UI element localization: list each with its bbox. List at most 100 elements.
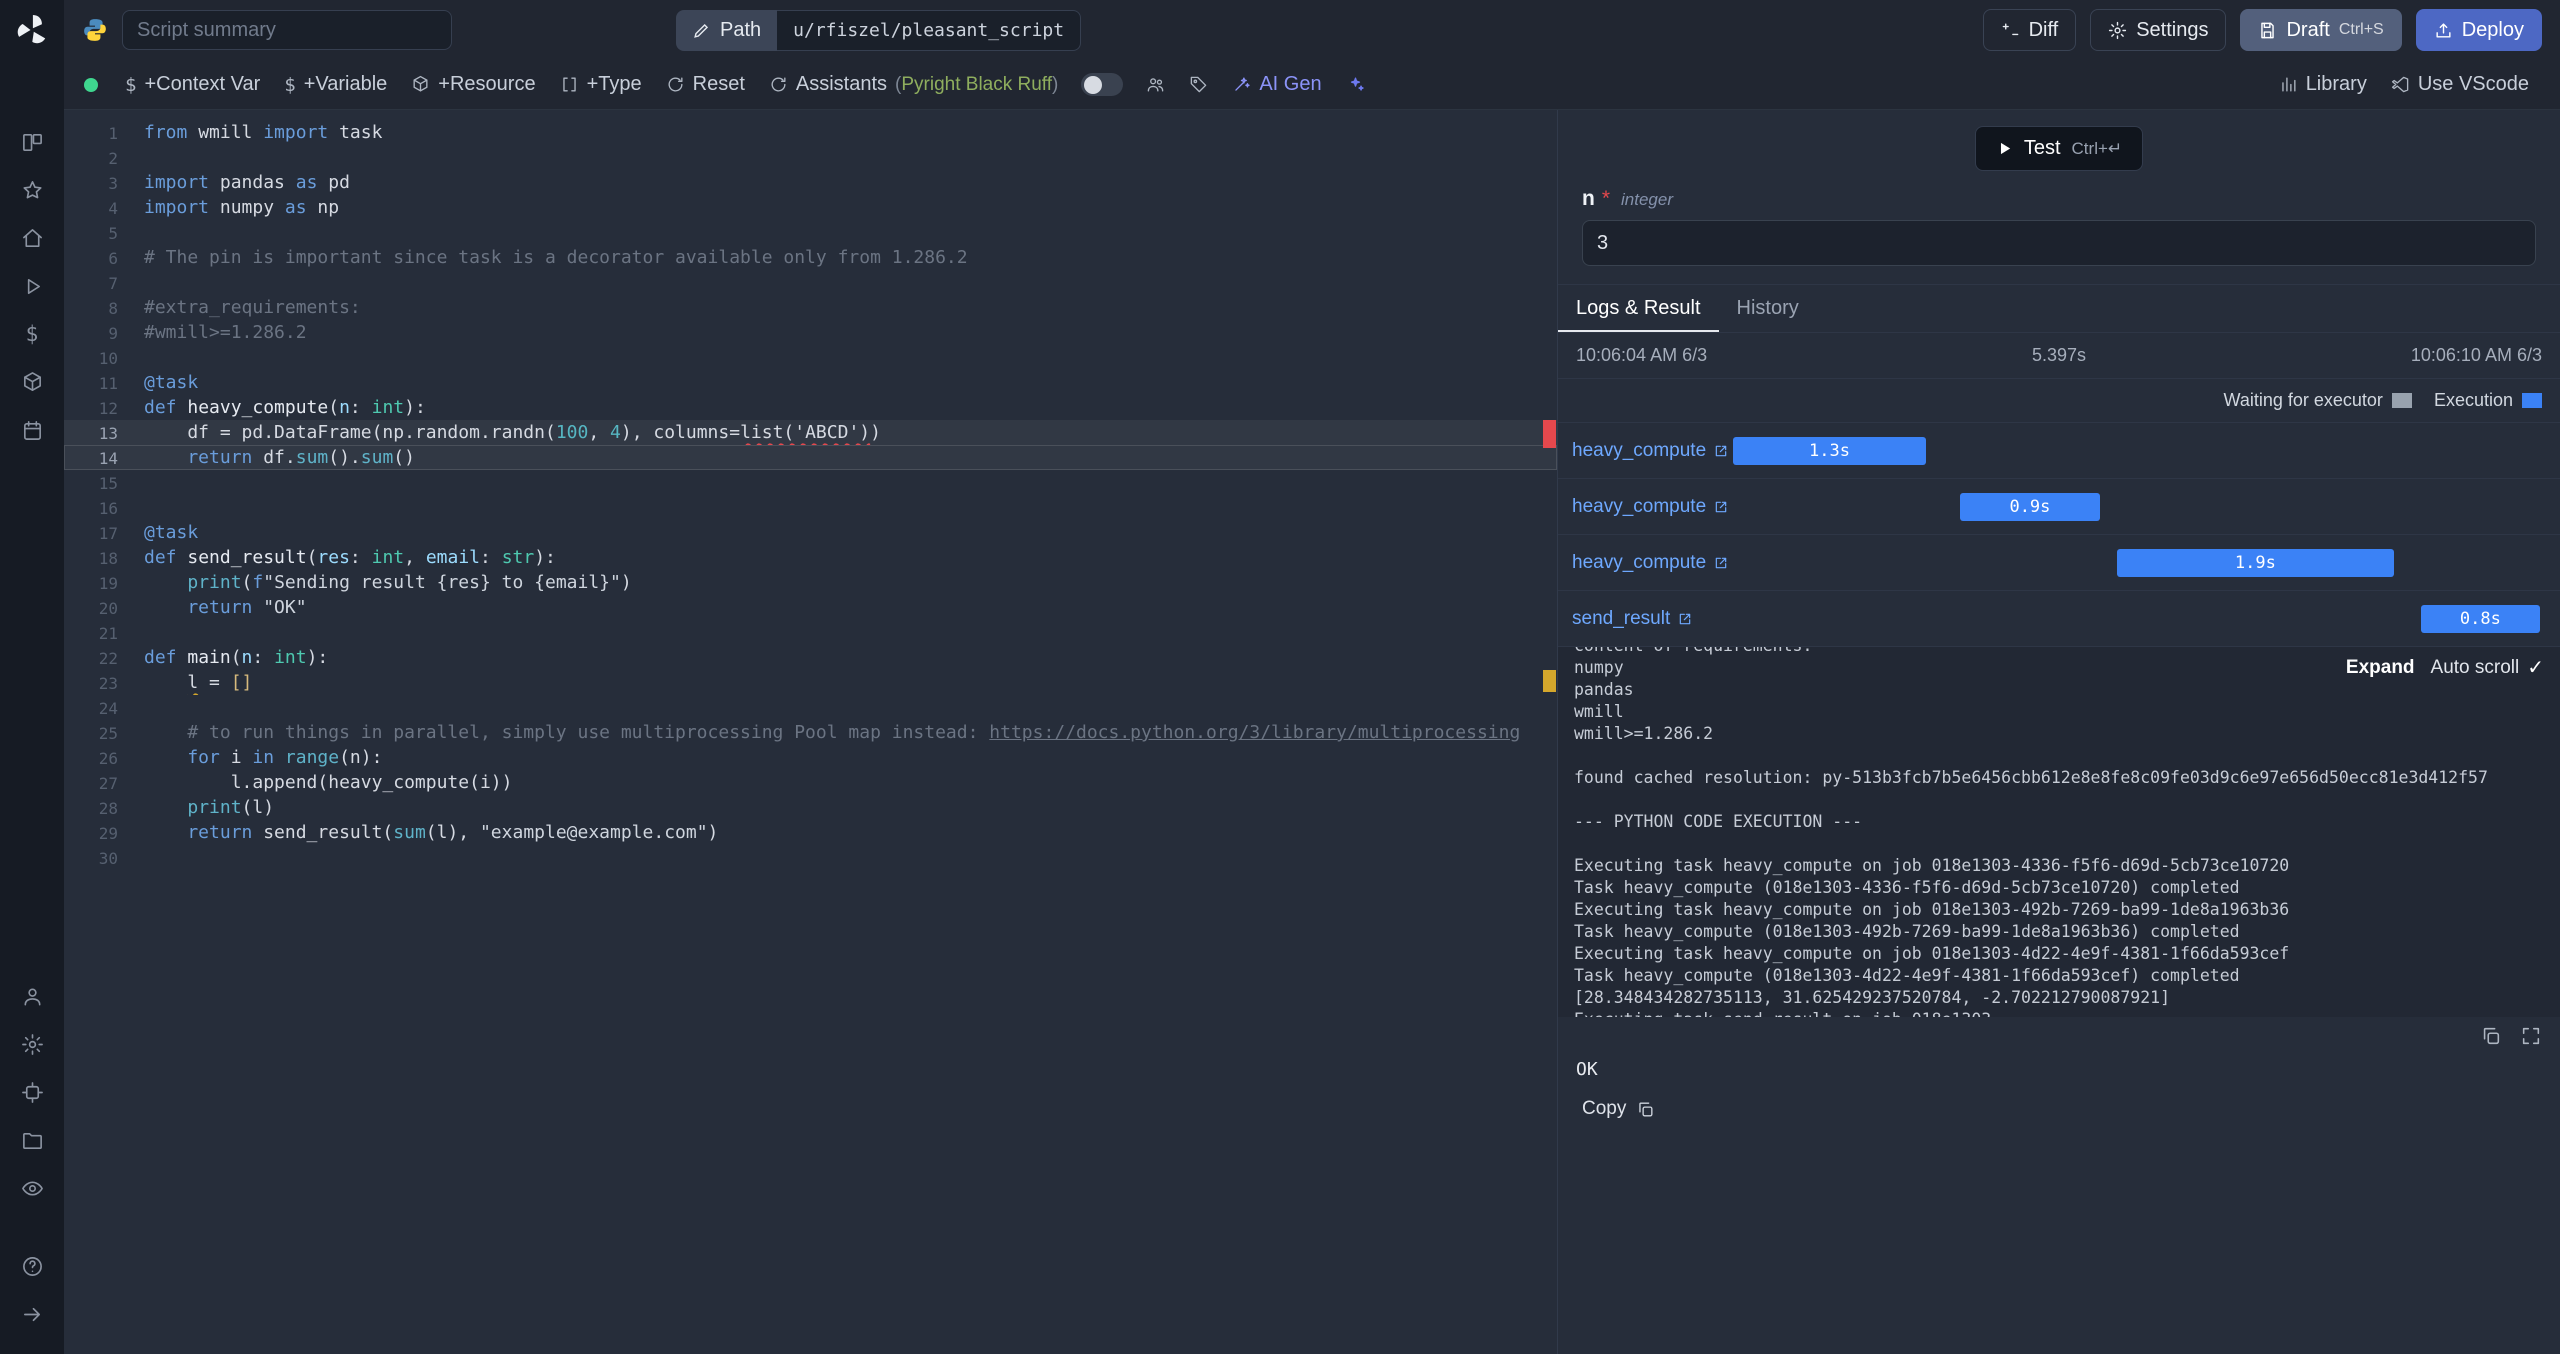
legend-waiting-label: Waiting for executor: [2223, 390, 2383, 410]
resources-icon[interactable]: [13, 363, 51, 401]
brackets-icon: [562, 77, 576, 92]
test-button[interactable]: Test Ctrl+↵: [1974, 126, 2144, 171]
workers-icon[interactable]: [13, 1073, 51, 1111]
task-link[interactable]: heavy_compute: [1572, 552, 1729, 574]
code-line[interactable]: 5: [64, 220, 1557, 245]
run-panel: Test Ctrl+↵ n * integer Logs & Result Hi…: [1557, 110, 2560, 1354]
grid-icon[interactable]: [13, 123, 51, 161]
code-line[interactable]: 26 for i in range(n):: [64, 745, 1557, 770]
logs-viewer[interactable]: content of requirements: numpy pandas wm…: [1558, 647, 2560, 1017]
windmill-logo-icon[interactable]: [14, 12, 50, 48]
code-line[interactable]: 19 print(f"Sending result {res} to {emai…: [64, 570, 1557, 595]
code-line[interactable]: 6 # The pin is important since task is a …: [64, 245, 1557, 270]
fullscreen-button[interactable]: [2520, 1025, 2542, 1047]
add-type-button[interactable]: +Type: [549, 65, 653, 104]
script-summary-input[interactable]: [122, 10, 452, 50]
add-variable-button[interactable]: $ +Variable: [273, 65, 398, 104]
path-button[interactable]: Path: [676, 9, 778, 51]
audit-logs-eye-icon[interactable]: [13, 1169, 51, 1207]
auto-scroll-checkbox[interactable]: Auto scroll ✓: [2431, 655, 2544, 680]
ai-gen-button[interactable]: AI Gen: [1221, 65, 1332, 104]
code-line[interactable]: 8 #extra_requirements:: [64, 295, 1557, 320]
code-line[interactable]: 4 import numpy as np: [64, 195, 1557, 220]
add-context-var-button[interactable]: $ +Context Var: [114, 65, 271, 104]
star-icon[interactable]: [13, 171, 51, 209]
code-line[interactable]: 9 #wmill>=1.286.2: [64, 320, 1557, 345]
execution-bar: 0.9s: [1959, 492, 2101, 521]
sparkles-button[interactable]: [1335, 67, 1376, 102]
code-line[interactable]: 27 l.append(heavy_compute(i)): [64, 770, 1557, 795]
diff-button[interactable]: Diff: [1982, 9, 2077, 51]
user-icon[interactable]: [13, 977, 51, 1015]
code-line[interactable]: 1 from wmill import task: [64, 120, 1557, 145]
task-link[interactable]: heavy_compute: [1572, 440, 1729, 462]
copy-result-button[interactable]: Copy: [1570, 1090, 1667, 1128]
code-line[interactable]: 23 l = []: [64, 670, 1557, 695]
line-number: 9: [108, 324, 118, 343]
collapse-arrow-icon[interactable]: [13, 1295, 51, 1333]
line-number: 10: [98, 349, 118, 368]
status-dot: [84, 77, 98, 92]
assistant-toggle[interactable]: [1081, 73, 1124, 96]
tag-icon: [1191, 76, 1207, 93]
error-ruler-marker: [1543, 420, 1556, 448]
draft-button[interactable]: Draft Ctrl+S: [2240, 9, 2402, 51]
line-number: 17: [98, 524, 118, 543]
use-vscode-button[interactable]: Use VScode: [2380, 65, 2540, 104]
help-icon[interactable]: [13, 1247, 51, 1285]
code-line[interactable]: 24: [64, 695, 1557, 720]
task-link[interactable]: heavy_compute: [1572, 496, 1729, 518]
magic-wand-icon: [1235, 77, 1251, 91]
code-line[interactable]: 28 print(l): [64, 795, 1557, 820]
code-line[interactable]: 10: [64, 345, 1557, 370]
add-resource-button[interactable]: +Resource: [400, 65, 546, 104]
code-line[interactable]: 7: [64, 270, 1557, 295]
timeline-row: heavy_compute 1.9s: [1558, 535, 2560, 591]
variables-icon[interactable]: $: [13, 315, 51, 353]
home-icon[interactable]: [13, 219, 51, 257]
schedules-icon[interactable]: [13, 411, 51, 449]
line-number: 28: [98, 799, 118, 818]
runs-icon[interactable]: [13, 267, 51, 305]
assistants-button[interactable]: Assistants (Pyright Black Ruff): [758, 65, 1069, 104]
tab-history[interactable]: History: [1719, 285, 1817, 332]
code-line[interactable]: 22 def main(n: int):: [64, 645, 1557, 670]
execution-timeline: heavy_compute 1.3s heavy_compute 0.9s heavy_…: [1558, 422, 2560, 647]
code-line[interactable]: 12 def heavy_compute(n: int):: [64, 395, 1557, 420]
code-line[interactable]: 29 return send_result(sum(l), "example@e…: [64, 820, 1557, 845]
code-line[interactable]: 3 import pandas as pd: [64, 170, 1557, 195]
code-line[interactable]: 20 return "OK": [64, 595, 1557, 620]
code-line[interactable]: 2: [64, 145, 1557, 170]
settings-button[interactable]: Settings: [2090, 9, 2227, 51]
diff-icon: [2002, 22, 2018, 35]
execution-swatch: [2522, 393, 2542, 408]
sparkles-icon: [1350, 77, 1364, 91]
code-line[interactable]: 13 df = pd.DataFrame(np.random.randn(100…: [64, 420, 1557, 445]
copy-logs-button[interactable]: [2480, 1025, 2502, 1047]
reset-button[interactable]: Reset: [655, 65, 756, 104]
line-number: 24: [98, 699, 118, 718]
deploy-button[interactable]: Deploy: [2415, 9, 2542, 51]
line-number: 15: [98, 474, 118, 493]
folders-icon[interactable]: [13, 1121, 51, 1159]
settings-gear-icon[interactable]: [13, 1025, 51, 1063]
code-line[interactable]: 11 @task: [64, 370, 1557, 395]
arg-name: n: [1582, 187, 1595, 210]
code-editor[interactable]: 1 from wmill import task 2 3 import pandas a…: [64, 110, 1557, 1354]
code-line[interactable]: 30: [64, 845, 1557, 870]
script-path: u/rfiszel/pleasant_script: [777, 9, 1082, 51]
tab-logs-result[interactable]: Logs & Result: [1558, 285, 1719, 332]
logs-expand-button[interactable]: Expand: [2346, 657, 2415, 679]
code-line[interactable]: 15: [64, 470, 1557, 495]
library-button[interactable]: Library: [2268, 65, 2378, 104]
code-line[interactable]: 25 # to run things in parallel, simply u…: [64, 720, 1557, 745]
code-line[interactable]: 17 @task: [64, 520, 1557, 545]
multiplayer-button[interactable]: [1135, 67, 1176, 102]
tag-button[interactable]: [1178, 67, 1219, 102]
code-line[interactable]: 14 return df.sum().sum(): [64, 445, 1557, 470]
task-link[interactable]: send_result: [1572, 608, 1693, 630]
code-line[interactable]: 18 def send_result(res: int, email: str):: [64, 545, 1557, 570]
code-line[interactable]: 21: [64, 620, 1557, 645]
code-line[interactable]: 16: [64, 495, 1557, 520]
arg-n-input[interactable]: [1582, 220, 2536, 266]
